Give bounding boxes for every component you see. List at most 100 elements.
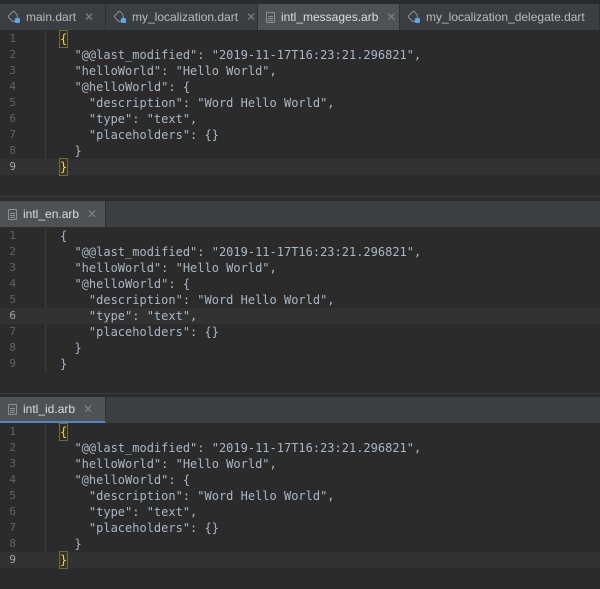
code-line[interactable]: 6 "type": "text", <box>0 504 600 520</box>
code-line[interactable]: 2 "@@last_modified": "2019-11-17T16:23:2… <box>0 47 600 63</box>
tab-label: intl_id.arb <box>23 402 76 416</box>
code-text: } <box>58 158 69 176</box>
pane-tabbar-id: intl_id.arb ✕ <box>0 397 600 424</box>
code-editor-intl-messages[interactable]: 1{2 "@@last_modified": "2019-11-17T16:23… <box>0 30 600 196</box>
code-text: "placeholders": {} <box>60 325 219 339</box>
tab-label: intl_en.arb <box>23 207 80 221</box>
code-line[interactable]: 3 "helloWorld": "Hello World", <box>0 456 600 472</box>
code-text: "@helloWorld": { <box>60 277 191 291</box>
code-line[interactable]: 9} <box>0 551 600 569</box>
code-line[interactable]: 8 } <box>0 143 600 159</box>
line-number: 3 <box>9 457 16 470</box>
line-number: 7 <box>9 325 16 338</box>
line-number: 2 <box>9 441 16 454</box>
line-number: 9 <box>9 357 16 370</box>
code-text: { <box>60 229 68 243</box>
code-text: { <box>58 30 69 48</box>
code-line[interactable]: 7 "placeholders": {} <box>0 127 600 143</box>
line-number: 8 <box>9 537 16 550</box>
close-icon[interactable]: ✕ <box>83 402 93 416</box>
code-text: "@helloWorld": { <box>60 473 191 487</box>
code-line[interactable]: 3 "helloWorld": "Hello World", <box>0 63 600 79</box>
code-line[interactable]: 5 "description": "Word Hello World", <box>0 488 600 504</box>
code-line[interactable]: 2 "@@last_modified": "2019-11-17T16:23:2… <box>0 244 600 260</box>
code-line[interactable]: 9} <box>0 356 600 372</box>
file-icon <box>266 11 275 23</box>
line-number: 5 <box>9 293 16 306</box>
close-icon[interactable]: ✕ <box>246 10 256 24</box>
line-number: 7 <box>9 128 16 141</box>
code-line[interactable]: 1{ <box>0 228 600 244</box>
code-text: "description": "Word Hello World", <box>60 96 335 110</box>
line-number: 3 <box>9 64 16 77</box>
code-line[interactable]: 9} <box>0 158 600 176</box>
pane-divider <box>0 393 600 394</box>
code-line[interactable]: 3 "helloWorld": "Hello World", <box>0 260 600 276</box>
tab-main-dart[interactable]: main.dart ✕ <box>0 4 106 30</box>
dart-file-icon <box>114 11 126 23</box>
code-line[interactable]: 4 "@helloWorld": { <box>0 472 600 488</box>
code-line[interactable]: 7 "placeholders": {} <box>0 324 600 340</box>
code-text: } <box>60 357 68 371</box>
tab-intl-messages-arb[interactable]: intl_messages.arb ✕ <box>258 4 400 30</box>
code-line[interactable]: 8 } <box>0 340 600 356</box>
code-editor-intl-id[interactable]: 1{2 "@@last_modified": "2019-11-17T16:23… <box>0 423 600 589</box>
tab-label: my_localization.dart <box>132 10 239 24</box>
code-text: "@@last_modified": "2019-11-17T16:23:21.… <box>60 48 422 62</box>
code-text: "description": "Word Hello World", <box>60 489 335 503</box>
line-number: 1 <box>9 32 16 45</box>
line-number: 5 <box>9 489 16 502</box>
line-number: 6 <box>9 309 16 322</box>
tab-label: my_localization_delegate.dart <box>426 10 585 24</box>
tab-label: intl_messages.arb <box>281 10 379 24</box>
code-line[interactable]: 8 } <box>0 536 600 552</box>
line-number: 8 <box>9 144 16 157</box>
close-icon[interactable]: ✕ <box>84 10 94 24</box>
line-number: 9 <box>9 553 16 566</box>
code-text: "placeholders": {} <box>60 128 219 142</box>
code-editor-intl-en[interactable]: 1{2 "@@last_modified": "2019-11-17T16:23… <box>0 228 600 393</box>
code-line[interactable]: 4 "@helloWorld": { <box>0 79 600 95</box>
code-text: "@helloWorld": { <box>60 80 191 94</box>
tab-intl-id-arb[interactable]: intl_id.arb ✕ <box>0 397 106 423</box>
code-text: "type": "text", <box>60 505 198 519</box>
close-icon[interactable]: ✕ <box>386 10 396 24</box>
line-number: 1 <box>9 425 16 438</box>
code-text: } <box>60 537 82 551</box>
code-line[interactable]: 7 "placeholders": {} <box>0 520 600 536</box>
code-line[interactable]: 1{ <box>0 30 600 48</box>
tab-my-localization-delegate-dart[interactable]: my_localization_delegate.dart <box>400 4 600 30</box>
code-line[interactable]: 5 "description": "Word Hello World", <box>0 95 600 111</box>
line-number: 6 <box>9 505 16 518</box>
line-number: 7 <box>9 521 16 534</box>
line-number: 5 <box>9 96 16 109</box>
code-text: "description": "Word Hello World", <box>60 293 335 307</box>
code-text: } <box>60 341 82 355</box>
code-line[interactable]: 5 "description": "Word Hello World", <box>0 292 600 308</box>
code-text: "@@last_modified": "2019-11-17T16:23:21.… <box>60 441 422 455</box>
code-text: "placeholders": {} <box>60 521 219 535</box>
pane-tabbar-en: intl_en.arb ✕ <box>0 201 600 228</box>
line-number: 1 <box>9 229 16 242</box>
close-icon[interactable]: ✕ <box>87 207 97 221</box>
code-text: "@@last_modified": "2019-11-17T16:23:21.… <box>60 245 422 259</box>
code-text: "type": "text", <box>60 309 198 323</box>
code-line[interactable]: 6 "type": "text", <box>0 111 600 127</box>
code-text: "helloWorld": "Hello World", <box>60 457 277 471</box>
editor-tabbar: main.dart ✕ my_localization.dart ✕ intl_… <box>0 4 600 31</box>
code-line[interactable]: 6 "type": "text", <box>0 308 600 324</box>
code-line[interactable]: 2 "@@last_modified": "2019-11-17T16:23:2… <box>0 440 600 456</box>
code-line[interactable]: 4 "@helloWorld": { <box>0 276 600 292</box>
file-icon <box>8 208 17 220</box>
tab-intl-en-arb[interactable]: intl_en.arb ✕ <box>0 201 106 227</box>
code-line[interactable]: 1{ <box>0 423 600 441</box>
code-text: } <box>58 551 69 569</box>
tab-label: main.dart <box>26 10 77 24</box>
code-text: } <box>60 144 82 158</box>
tab-my-localization-dart[interactable]: my_localization.dart ✕ <box>106 4 258 30</box>
code-text: "helloWorld": "Hello World", <box>60 261 277 275</box>
line-number: 2 <box>9 245 16 258</box>
code-text: "type": "text", <box>60 112 198 126</box>
line-number: 8 <box>9 341 16 354</box>
code-text: "helloWorld": "Hello World", <box>60 64 277 78</box>
